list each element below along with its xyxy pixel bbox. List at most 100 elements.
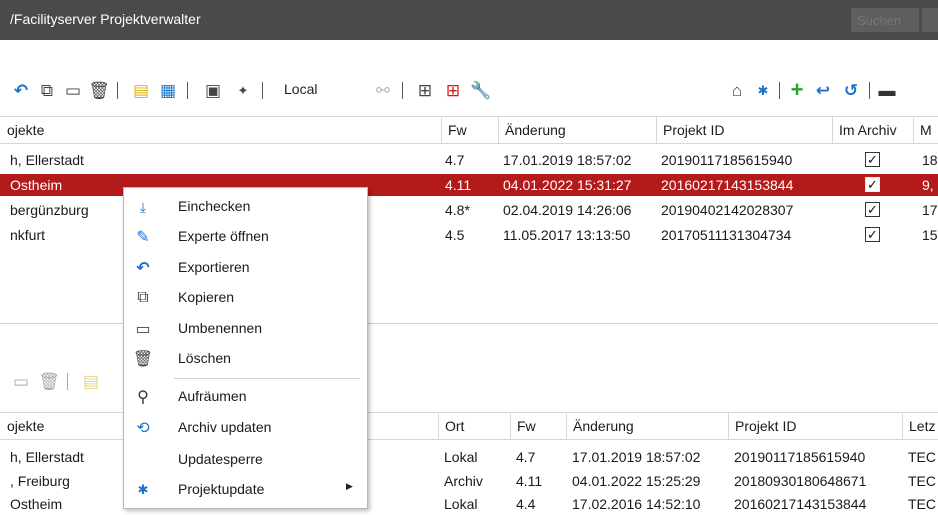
column-header-projekt-id[interactable]: Projekt ID [656,117,832,144]
column-header-aenderung[interactable]: Änderung [498,117,656,144]
cell-name: h, Ellerstadt [10,449,84,465]
menu-item-umbenennen[interactable]: ▭ Umbenennen [124,314,367,344]
toolbar-separator [117,82,118,99]
cell-m: 9, [922,177,934,193]
refresh-icon[interactable]: ↺ [840,78,862,102]
cell-ort: Archiv [444,473,483,489]
table-icon[interactable]: ⊞ [442,78,464,102]
title-bar: /Facilityserver Projektverwalter [0,0,938,40]
column-header-ort[interactable]: Ort [438,413,510,440]
sparkle-icon[interactable]: ✦ [232,78,254,102]
window-title: /Facilityserver Projektverwalter [10,11,201,27]
database-icon[interactable]: ▦ [157,78,179,102]
column-header-letz[interactable]: Letz [902,413,938,440]
column-header-aenderung[interactable]: Änderung [566,413,728,440]
menu-item-label: Projektupdate [178,481,265,497]
wrench-icon[interactable]: 🔧 [470,78,492,102]
search-input[interactable] [851,8,919,32]
column-header-fw[interactable]: Fw [441,117,498,144]
cell-last: TEC [908,473,936,489]
menu-item-label: Exportieren [178,259,250,275]
cell-name: , Freiburg [10,473,70,489]
cell-fw: 4.11 [445,177,472,193]
archived-checkbox[interactable]: ✓ [865,152,880,167]
menu-item-updatesperre[interactable]: Updatesperre [124,445,367,475]
column-header-im-archiv[interactable]: Im Archiv [832,117,913,144]
cell-id: 20190117185615940 [734,449,866,465]
cell-changed: 04.01.2022 15:31:27 [503,177,632,193]
save-icon[interactable]: ▤ [130,78,152,102]
star-icon[interactable]: ✱ [752,78,774,102]
menu-item-exportieren[interactable]: ↶ Exportieren [124,253,367,283]
trash-icon: 🗑 [132,351,154,368]
cell-changed: 11.05.2017 13:13:50 [503,227,631,243]
cell-last: TEC [908,496,936,512]
toolbar-separator [779,82,780,99]
cell-changed: 17.01.2019 18:57:02 [503,152,632,168]
menu-item-projektupdate[interactable]: ✱ Projektupdate ▶ [124,475,367,505]
cell-id: 20190117185615940 [661,152,793,168]
cell-ort: Lokal [444,496,478,512]
menu-item-einchecken[interactable]: ⤓ Einchecken [124,192,367,222]
cell-name: Ostheim [10,496,63,512]
cell-id: 20180930180648671 [734,473,867,489]
table-row[interactable]: h, Ellerstadt 4.7 17.01.2019 18:57:02 20… [0,149,938,171]
trash-icon[interactable]: 🗑 [88,78,110,102]
rename-icon: ▭ [135,321,151,338]
column-header-projekt-id[interactable]: Projekt ID [728,413,902,440]
monitor-icon[interactable]: ▣ [202,78,224,102]
add-icon[interactable]: + [786,78,808,102]
cell-name: bergünzburg [10,202,89,218]
archived-checkbox[interactable]: ✓ [865,177,880,192]
cell-changed: 17.02.2016 14:52:10 [572,496,701,512]
menu-item-label: Updatesperre [178,451,263,467]
cell-fw: 4.8* [445,202,470,218]
return-icon[interactable]: ↩ [812,78,834,102]
disconnect-icon[interactable]: ⚯ [372,78,394,102]
export-icon: ↶ [136,260,150,277]
checkin-icon: ⤓ [139,198,147,215]
cell-changed: 17.01.2019 18:57:02 [572,449,701,465]
cell-fw: 4.4 [516,496,536,512]
menu-item-experte-oeffnen[interactable]: ✎ Experte öffnen [124,222,367,252]
menu-item-aufraeumen[interactable]: ⚲ Aufräumen [124,382,367,412]
cell-id: 20170511131304734 [661,227,792,243]
copy-icon[interactable]: ⧉ [36,78,58,102]
menu-item-label: Aufräumen [178,388,247,404]
archived-checkbox[interactable]: ✓ [865,202,880,217]
cell-fw: 4.7 [445,152,465,168]
menu-item-label: Umbenennen [178,320,263,336]
cell-changed: 04.01.2022 15:25:29 [572,473,701,489]
context-menu: ⤓ Einchecken ✎ Experte öffnen ↶ Exportie… [123,187,368,509]
export-icon[interactable]: ↶ [10,78,32,102]
cell-ort: Lokal [444,449,478,465]
copy-icon: ⧉ [137,289,149,306]
cell-name: h, Ellerstadt [10,152,84,168]
rename-icon[interactable]: ▭ [62,78,84,102]
broom-icon: ⚲ [137,389,149,406]
cell-m: 15 [922,227,938,243]
home-icon[interactable]: ⌂ [726,78,748,102]
menu-item-archiv-updaten[interactable]: ⟲ Archiv updaten [124,413,367,443]
menu-item-kopieren[interactable]: ⧉ Kopieren [124,283,367,313]
pencil-icon: ✎ [136,229,150,246]
menu-item-label: Archiv updaten [178,419,272,435]
trash-icon[interactable]: 🗑 [38,369,60,393]
cell-fw: 4.7 [516,449,536,465]
submenu-arrow-icon: ▶ [346,481,353,491]
cell-name: nkfurt [10,227,46,243]
column-header-projekte[interactable]: ojekte [0,117,441,144]
local-label[interactable]: Local [284,81,317,97]
network-icon[interactable]: ⊞ [414,78,436,102]
rename-icon[interactable]: ▭ [10,369,32,393]
column-header-m[interactable]: M [913,117,938,144]
toolbar-separator [67,373,68,390]
save-icon[interactable]: ▤ [80,369,102,393]
column-header-fw[interactable]: Fw [510,413,566,440]
cell-last: TEC [908,449,936,465]
menu-item-label: Experte öffnen [178,228,269,244]
menu-item-label: Löschen [178,350,231,366]
archived-checkbox[interactable]: ✓ [865,227,880,242]
menu-item-loeschen[interactable]: 🗑 Löschen [124,344,367,374]
folder-icon[interactable]: ▬ [876,78,898,102]
